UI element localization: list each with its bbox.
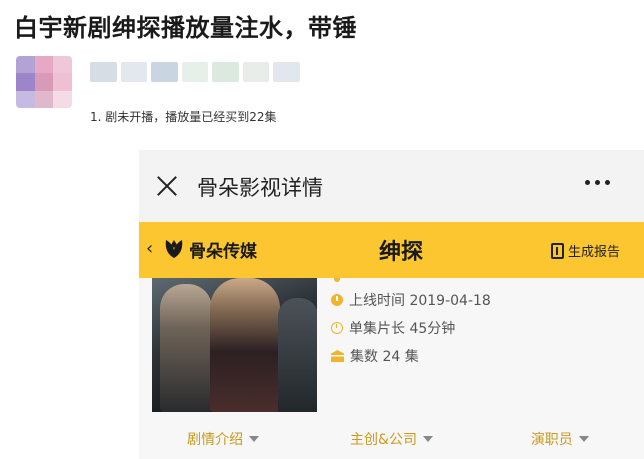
- blur-block: [181, 62, 209, 82]
- blur-block: [90, 62, 117, 82]
- episode-length-row: 单集片长 45分钟: [331, 314, 491, 342]
- show-title: 绅探: [379, 240, 424, 265]
- show-details: 上线时间 2019-04-18 单集片长 45分钟 集数 24 集: [331, 286, 491, 370]
- tab-label: 演职员: [530, 432, 573, 448]
- generate-report-label: 生成报告: [568, 245, 621, 260]
- blurred-username: [90, 62, 301, 82]
- tab-synopsis[interactable]: 剧情介绍: [139, 424, 307, 454]
- tab-creators[interactable]: 主创&公司: [307, 424, 475, 454]
- brand-logo-icon: [165, 240, 183, 258]
- back-chevron-icon[interactable]: ‹: [146, 240, 153, 258]
- blur-block: [273, 62, 301, 82]
- release-date-row: 上线时间 2019-04-18: [331, 286, 491, 314]
- blurred-avatar: [16, 56, 72, 108]
- partial-icon: [334, 278, 340, 282]
- avatar-pixel: [34, 90, 54, 108]
- webview-topbar: 骨朵影视详情: [139, 150, 644, 222]
- webview-title: 骨朵影视详情: [197, 176, 323, 200]
- avatar-pixel: [34, 56, 54, 74]
- poster-figure: [278, 298, 317, 412]
- close-icon[interactable]: [153, 172, 181, 200]
- avatar-pixel: [53, 56, 72, 74]
- avatar-pixel: [53, 90, 72, 108]
- tab-label: 主创&公司: [350, 432, 417, 448]
- dropdown-arrow-icon: [249, 436, 260, 442]
- dropdown-arrow-icon: [578, 436, 589, 442]
- clock-icon: [331, 294, 343, 306]
- episode-count: 集数 24 集: [350, 349, 419, 365]
- avatar-pixel: [34, 73, 54, 91]
- dropdown-arrow-icon: [422, 436, 433, 442]
- timer-icon: [331, 322, 343, 334]
- post-title: 白宇新剧绅探播放量注水，带锤: [14, 14, 357, 42]
- report-icon: [551, 242, 564, 259]
- release-date: 上线时间 2019-04-18: [349, 293, 491, 309]
- avatar-pixel: [16, 73, 35, 91]
- blur-block: [212, 62, 239, 82]
- more-menu-icon[interactable]: [585, 180, 610, 185]
- blur-block: [120, 62, 148, 82]
- app-header: ‹ 骨朵传媒 绅探 生成报告: [139, 222, 644, 278]
- poster-figure: [160, 284, 212, 412]
- brand-name: 骨朵传媒: [189, 242, 257, 262]
- poster-figure: [210, 278, 280, 412]
- avatar-pixel: [16, 90, 35, 108]
- app-screenshot: 骨朵影视详情 ‹ 骨朵传媒 绅探 生成报告 上线时间 2019-04-18 单集…: [139, 150, 644, 459]
- blur-block: [242, 62, 270, 82]
- avatar-pixel: [16, 56, 35, 74]
- show-poster[interactable]: [152, 278, 317, 412]
- episode-count-row: 集数 24 集: [331, 342, 491, 370]
- tab-cast[interactable]: 演职员: [476, 424, 644, 454]
- post-caption: 1. 剧未开播，播放量已经买到22集: [90, 110, 277, 124]
- avatar-pixel: [53, 73, 72, 91]
- tab-label: 剧情介绍: [187, 432, 244, 448]
- blur-block: [151, 62, 178, 82]
- layers-icon: [331, 350, 344, 362]
- episode-length: 单集片长 45分钟: [349, 321, 456, 337]
- detail-tabs: 剧情介绍 主创&公司 演职员: [139, 424, 644, 454]
- generate-report-button[interactable]: 生成报告: [551, 241, 620, 260]
